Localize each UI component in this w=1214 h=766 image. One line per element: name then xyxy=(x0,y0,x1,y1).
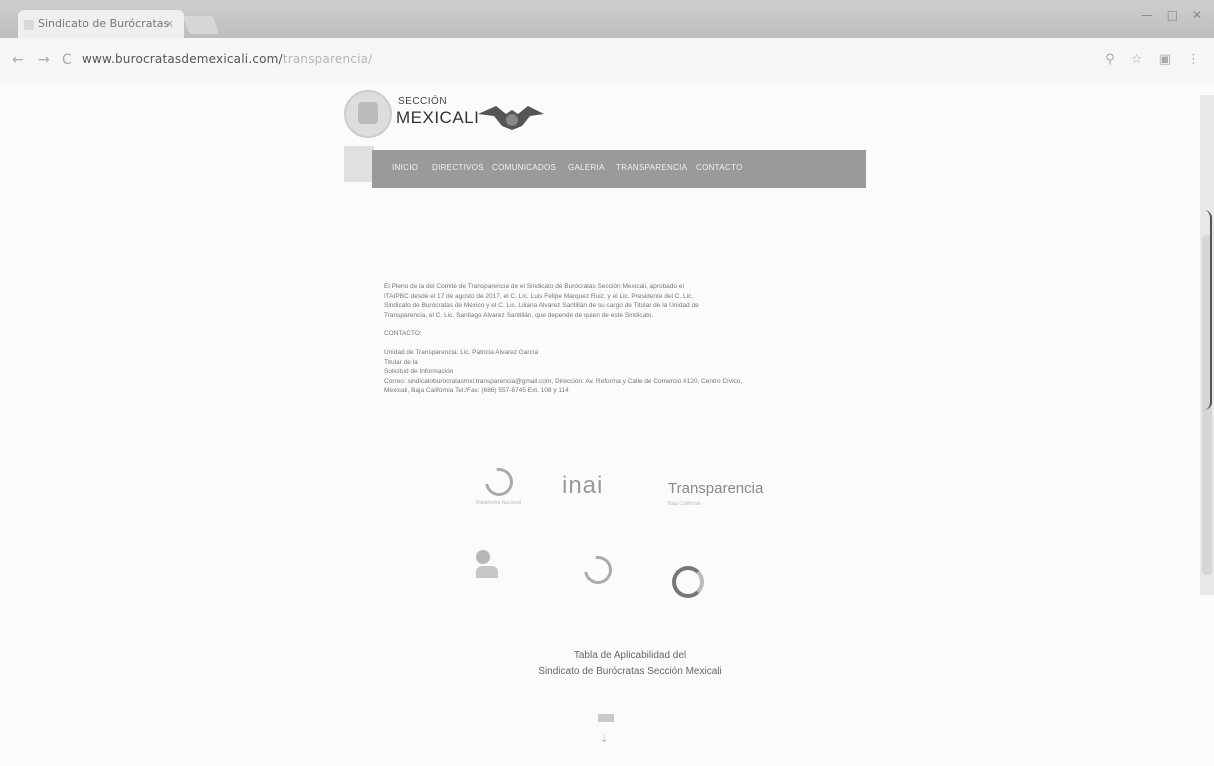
window-controls: — □ ✕ xyxy=(1131,8,1202,22)
site-logo[interactable]: SECCIÓN MEXICALI xyxy=(344,88,544,142)
star-icon[interactable]: ☆ xyxy=(1131,52,1143,67)
nav-item-contacto[interactable]: CONTACTO xyxy=(696,163,743,172)
swirl-icon xyxy=(479,462,519,502)
footer-line-1: Tabla de Aplicabilidad del xyxy=(573,650,687,661)
menu-icon[interactable]: ⋮ xyxy=(1187,52,1200,67)
nav-item-directivos[interactable]: DIRECTIVOS xyxy=(432,163,484,172)
reload-icon[interactable]: C xyxy=(62,52,72,68)
applicability-table-link[interactable]: Tabla de Aplicabilidad del Sindicato de … xyxy=(470,648,790,680)
paragraph-line: Transparencia, el C. Lic. Santiago Alvar… xyxy=(384,311,654,319)
nav-item-galeria[interactable]: GALERIA xyxy=(568,163,605,172)
maximize-icon[interactable]: □ xyxy=(1167,8,1178,22)
transparencia-text: Transparencia xyxy=(668,480,764,497)
logo-big-text: MEXICALI xyxy=(396,108,480,127)
contact-line: Mexicali, Baja California Tel./Fax: (686… xyxy=(384,387,569,395)
search-icon[interactable]: ⚲ xyxy=(1105,52,1115,67)
url-host: www.burocratasdemexicali.com/ xyxy=(82,52,283,66)
navbar-edge xyxy=(344,146,374,182)
nav-item-comunicados[interactable]: COMUNICADOS xyxy=(492,163,556,172)
person-body-icon xyxy=(476,566,498,578)
forward-icon[interactable]: → xyxy=(38,52,50,68)
url-path: transparencia/ xyxy=(282,52,373,66)
extension-icon[interactable]: ▣ xyxy=(1159,52,1171,67)
tab-close-icon[interactable]: × xyxy=(165,10,174,38)
favicon-icon xyxy=(24,20,34,30)
new-tab-button[interactable] xyxy=(182,16,220,34)
footer-badge xyxy=(598,714,614,722)
person-logo[interactable] xyxy=(476,550,498,578)
seal-icon xyxy=(344,90,392,138)
plataforma-nacional-logo[interactable]: Plataforma Nacional xyxy=(476,462,522,506)
logo-small-text: SECCIÓN xyxy=(398,96,448,107)
contact-heading: CONTACTO: xyxy=(384,330,422,338)
tab-title: Sindicato de Burócratas xyxy=(38,17,170,30)
close-window-icon[interactable]: ✕ xyxy=(1192,8,1202,22)
contact-line: Correo: sindicatoburocratasmxl.transpare… xyxy=(384,377,743,385)
swirl-icon xyxy=(578,550,618,590)
browser-tab-strip: Sindicato de Burócratas × — □ ✕ xyxy=(0,0,1214,38)
plataforma-caption: Plataforma Nacional xyxy=(476,500,522,506)
address-bar-row: ← → C www.burocratasdemexicali.com/trans… xyxy=(0,38,1214,83)
footer-line-2: Sindicato de Burócratas Sección Mexicali xyxy=(538,666,722,677)
address-bar[interactable]: www.burocratasdemexicali.com/transparenc… xyxy=(82,52,372,66)
main-nav: INICIO DIRECTIVOS COMUNICADOS GALERIA TR… xyxy=(372,150,866,188)
scan-edge-mark xyxy=(1204,210,1212,410)
contact-line: Solicitud de Información xyxy=(384,368,454,376)
inai-text: inai xyxy=(562,472,604,499)
paragraph-line: ITAIPBC desde el 17 de agosto de 2017, e… xyxy=(384,292,694,300)
transparencia-logo[interactable]: Transparencia Baja California xyxy=(668,480,763,507)
nav-item-transparencia[interactable]: TRANSPARENCIA xyxy=(616,163,687,172)
back-icon[interactable]: ← xyxy=(12,52,24,68)
ring-icon xyxy=(672,566,704,598)
person-icon xyxy=(476,550,490,564)
contact-line: Titular de la xyxy=(384,358,418,366)
nav-item-inicio[interactable]: INICIO xyxy=(392,163,418,172)
transparency-logos: Plataforma Nacional inai Transparencia B… xyxy=(440,460,800,620)
contact-block: Unidad de Transparencia: Lic. Patricia A… xyxy=(384,348,844,396)
paragraph-line: El Pleno de la del Comité de Transparenc… xyxy=(384,283,684,290)
eagle-icon xyxy=(478,106,544,130)
contact-line: Unidad de Transparencia: Lic. Patricia A… xyxy=(384,348,539,356)
ring-logo[interactable] xyxy=(672,566,704,598)
minimize-icon[interactable]: — xyxy=(1141,8,1153,22)
intro-paragraph: El Pleno de la del Comité de Transparenc… xyxy=(384,282,844,320)
inai-logo[interactable]: inai xyxy=(562,472,603,500)
browser-toolbar-icons: ⚲ ☆ ▣ ⋮ xyxy=(1093,52,1200,67)
arrow-icon: ⇣ xyxy=(600,734,609,745)
transparency-text: El Pleno de la del Comité de Transparenc… xyxy=(384,282,844,405)
swirl-logo-2[interactable] xyxy=(578,550,618,590)
browser-tab[interactable]: Sindicato de Burócratas × xyxy=(18,10,184,38)
transparencia-caption: Baja California xyxy=(668,501,701,507)
paragraph-line: Sindicato de Burócratas de México y el C… xyxy=(384,302,699,310)
